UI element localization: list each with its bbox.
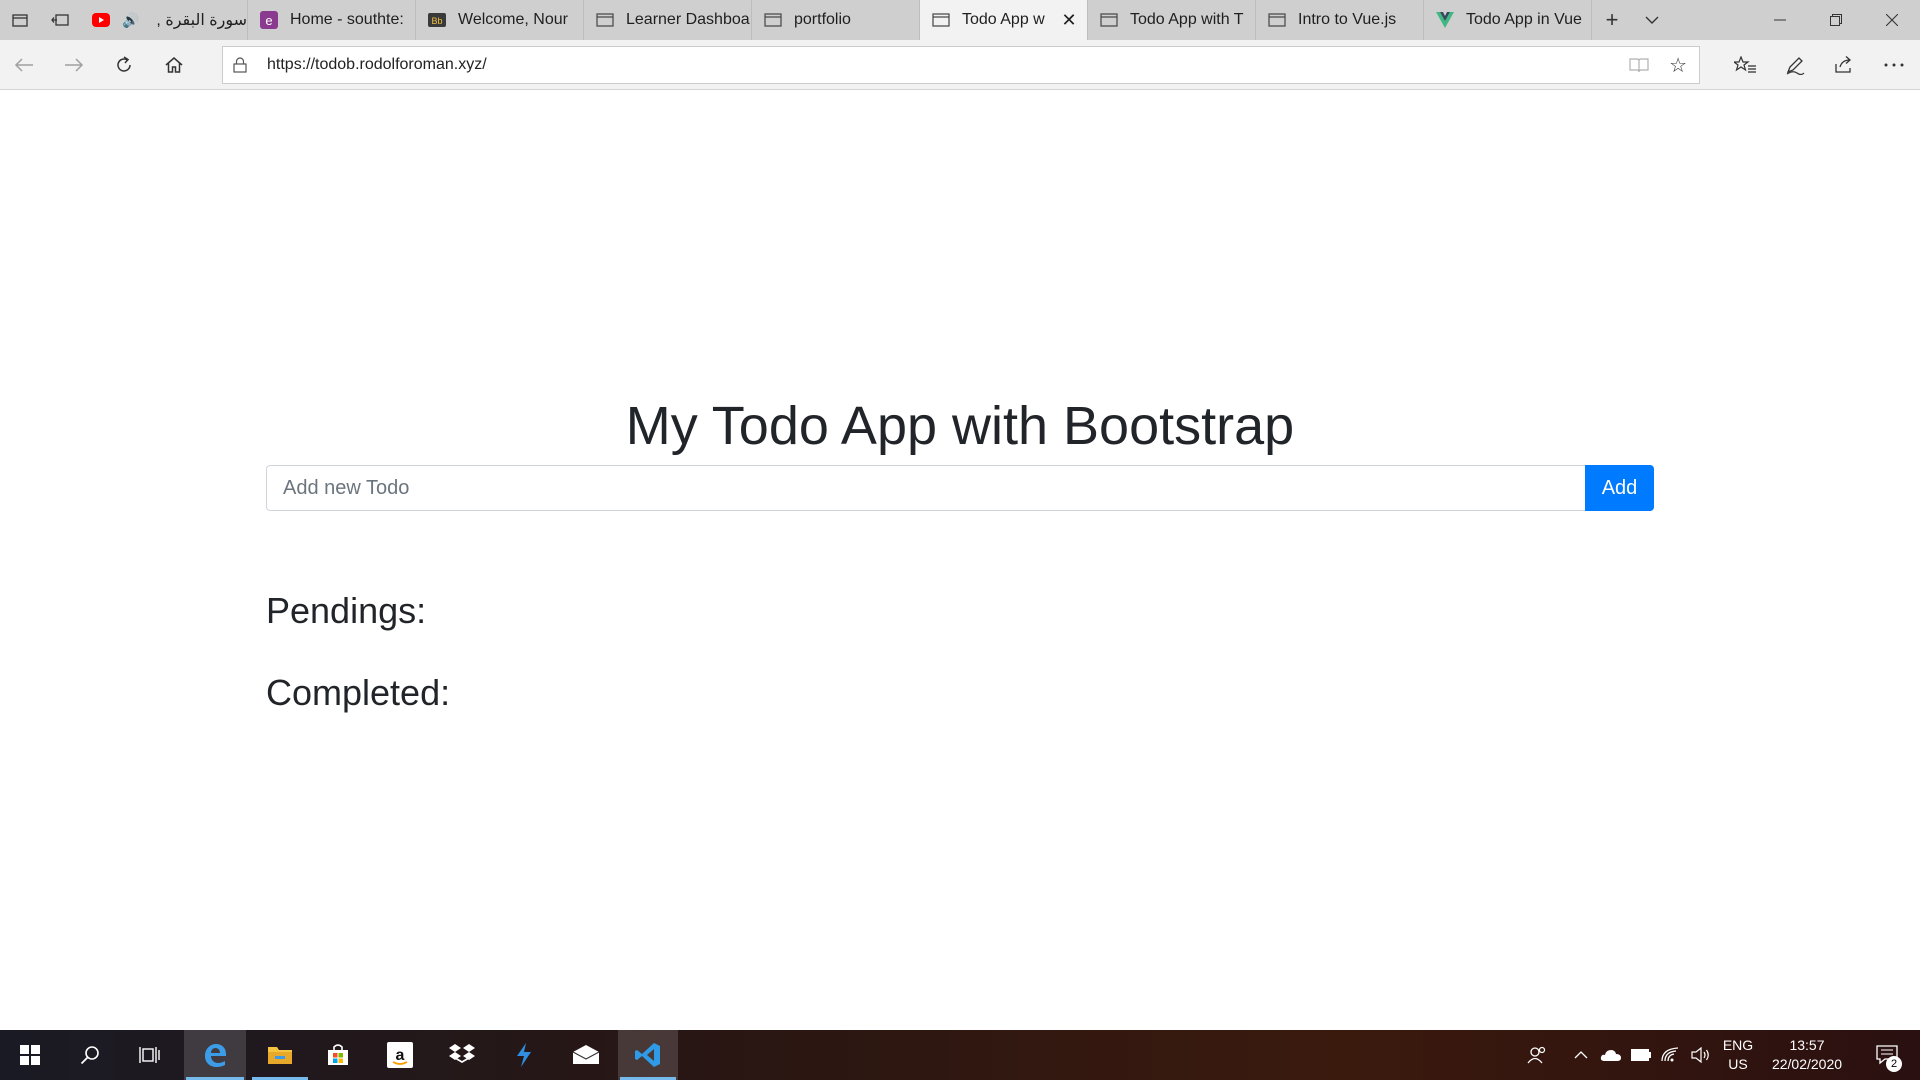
vscode-icon[interactable] <box>618 1030 678 1080</box>
e-site-icon: e <box>260 11 278 29</box>
tab-label: Todo App w <box>962 11 1045 28</box>
tab-todo-app-active[interactable]: Todo App w ✕ <box>920 0 1088 40</box>
minimize-icon[interactable] <box>1752 0 1808 40</box>
language-code: ENG <box>1722 1037 1754 1053</box>
tab-intro-vue[interactable]: Intro to Vue.js <box>1256 0 1424 40</box>
search-icon[interactable] <box>60 1030 120 1080</box>
forward-icon[interactable] <box>54 40 94 90</box>
tab-label: سورة البقرة , <box>156 12 247 29</box>
tab-label: Todo App with T <box>1130 11 1244 28</box>
tab-strip: 🔊 سورة البقرة , e Home - southte: Bb Wel… <box>0 0 1920 40</box>
bb-site-icon: Bb <box>428 11 446 29</box>
tab-todo-app-vue[interactable]: Todo App in Vue <box>1424 0 1592 40</box>
tab-label: Home - southte: <box>290 11 404 28</box>
refresh-icon[interactable] <box>104 40 144 90</box>
lock-icon[interactable] <box>233 47 247 83</box>
tab-label: Todo App in Vue <box>1466 11 1582 28</box>
region-code: US <box>1728 1056 1748 1072</box>
tab-todo-app-with-t[interactable]: Todo App with T <box>1088 0 1256 40</box>
page-content: My Todo App with Bootstrap Add Pendings:… <box>0 90 1920 1030</box>
reading-view-icon[interactable] <box>1629 47 1649 83</box>
page-title: My Todo App with Bootstrap <box>625 396 1295 456</box>
tab-welcome[interactable]: Bb Welcome, Nour <box>416 0 584 40</box>
clock-date: 22/02/2020 <box>1771 1056 1843 1072</box>
amazon-icon[interactable]: a <box>370 1030 430 1080</box>
start-windows-icon[interactable] <box>0 1030 60 1080</box>
page-icon <box>932 11 950 29</box>
new-todo-input[interactable] <box>266 465 1586 511</box>
tab-label: Intro to Vue.js <box>1298 11 1397 28</box>
edge-browser-icon[interactable] <box>184 1030 246 1080</box>
completed-heading: Completed: <box>266 672 451 713</box>
window-controls <box>1752 0 1920 40</box>
language-indicator[interactable]: ENG US <box>1718 1036 1758 1074</box>
close-tab-icon[interactable]: ✕ <box>1059 10 1079 31</box>
svg-text:Bb: Bb <box>431 16 442 26</box>
people-icon[interactable] <box>1522 1030 1552 1080</box>
taskbar: a ENG US 13:57 22/02/2020 2 <box>0 1030 1920 1080</box>
speaker-icon[interactable]: 🔊 <box>122 12 139 29</box>
page-icon <box>764 11 782 29</box>
wifi-icon[interactable] <box>1656 1030 1686 1080</box>
home-icon[interactable] <box>154 40 194 90</box>
clock-time: 13:57 <box>1789 1037 1825 1053</box>
chevron-up-icon[interactable] <box>1566 1030 1596 1080</box>
dropbox-icon[interactable] <box>432 1030 492 1080</box>
action-center-icon[interactable]: 2 <box>1862 1030 1912 1080</box>
tab-label: portfolio <box>794 11 851 28</box>
share-icon[interactable] <box>1824 40 1864 90</box>
task-view-icon[interactable] <box>120 1030 180 1080</box>
battery-icon[interactable] <box>1626 1030 1656 1080</box>
tab-preview-icon[interactable] <box>0 0 40 40</box>
more-options-icon[interactable] <box>1874 40 1914 90</box>
url-text[interactable]: https://todob.rodolforoman.xyz/ <box>267 47 487 83</box>
set-tabs-aside-icon[interactable] <box>40 0 80 40</box>
tab-portfolio[interactable]: portfolio <box>752 0 920 40</box>
tab-label: Learner Dashboa <box>626 11 750 28</box>
pen-notes-icon[interactable] <box>1775 40 1815 90</box>
new-tab-icon[interactable]: + <box>1592 0 1632 40</box>
svg-text:e: e <box>265 13 272 28</box>
pendings-heading: Pendings: <box>266 590 427 631</box>
tab-learner-dashboard[interactable]: Learner Dashboa <box>584 0 752 40</box>
restore-icon[interactable] <box>1808 0 1864 40</box>
navigation-bar: https://todob.rodolforoman.xyz/ ☆ <box>0 40 1920 90</box>
address-bar[interactable]: https://todob.rodolforoman.xyz/ ☆ <box>222 46 1700 84</box>
close-window-icon[interactable] <box>1864 0 1920 40</box>
page-icon <box>596 11 614 29</box>
app-lightning-icon[interactable] <box>494 1030 554 1080</box>
tab-home-south[interactable]: e Home - southte: <box>248 0 416 40</box>
clock[interactable]: 13:57 22/02/2020 <box>1762 1036 1852 1074</box>
chevron-down-icon[interactable] <box>1632 0 1672 40</box>
mail-icon[interactable] <box>556 1030 616 1080</box>
add-todo-button[interactable]: Add <box>1585 465 1654 511</box>
onedrive-icon[interactable] <box>1596 1030 1626 1080</box>
microsoft-store-icon[interactable] <box>308 1030 368 1080</box>
file-explorer-icon[interactable] <box>250 1030 310 1080</box>
svg-text:a: a <box>396 1047 405 1064</box>
vue-icon <box>1436 11 1454 29</box>
favorite-star-icon[interactable]: ☆ <box>1669 47 1687 83</box>
back-icon[interactable] <box>4 40 44 90</box>
page-icon <box>1268 11 1286 29</box>
favorites-list-icon[interactable] <box>1725 40 1765 90</box>
tab-quran[interactable]: 🔊 سورة البقرة , <box>80 0 248 40</box>
youtube-icon <box>92 11 110 29</box>
page-icon <box>1100 11 1118 29</box>
volume-icon[interactable] <box>1686 1030 1716 1080</box>
tab-label: Welcome, Nour <box>458 11 568 28</box>
notification-count: 2 <box>1886 1056 1902 1072</box>
